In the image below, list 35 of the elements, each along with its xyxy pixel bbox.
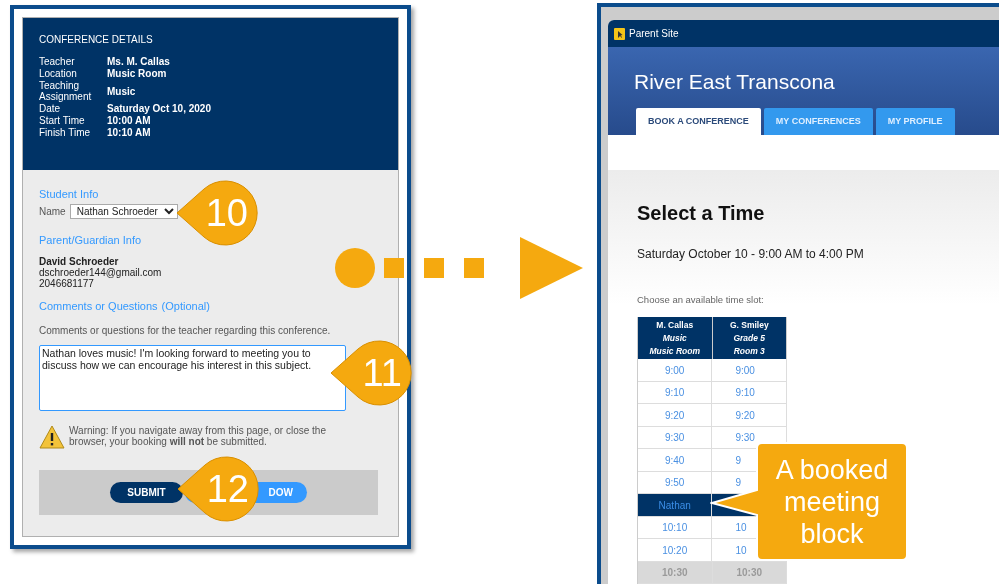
comments-hint: Comments or questions for the teacher regarding this conference.: [39, 323, 332, 338]
time-slot: 10:30: [638, 561, 713, 584]
step-number-tooltip: 12: [177, 455, 259, 523]
detail-label: Date: [39, 103, 62, 114]
field-label: Name: [39, 204, 66, 219]
parent-name: David Schroeder: [39, 256, 120, 267]
detail-label: Teaching Assignment: [39, 80, 93, 102]
date-range: Saturday October 10 - 9:00 AM to 4:00 PM: [637, 246, 865, 263]
column-header: G. Smiley Grade 5 Room 3: [712, 317, 787, 360]
detail-label: Finish Time: [39, 127, 92, 138]
section-heading: Parent/Guardian Info: [39, 232, 143, 248]
detail-label: Location: [39, 68, 78, 79]
details-title: CONFERENCE DETAILS: [39, 33, 154, 47]
detail-value: 10:10 AM: [107, 127, 152, 138]
detail-value: Saturday Oct 10, 2020: [107, 103, 212, 114]
detail-label: Teacher: [39, 56, 76, 67]
choose-label: Choose an available time slot:: [637, 293, 765, 307]
detail-value: Music Room: [107, 68, 168, 79]
detail-value: 10:00 AM: [107, 115, 152, 126]
detail-value: Ms. M. Callas: [107, 56, 171, 67]
section-heading: Comments or Questions: [39, 299, 158, 314]
time-slot: Nathan: [638, 494, 713, 517]
site-name: Parent Site: [629, 27, 679, 41]
step-number-tooltip: 10: [176, 179, 258, 247]
parent-email: dschroeder144@gmail.com: [39, 267, 163, 278]
optional-note: (Optional): [161, 299, 210, 314]
detail-value: Music: [107, 85, 137, 97]
parent-phone: 2046681177: [39, 278, 94, 289]
section-heading: Student Info: [39, 187, 100, 202]
school-title: River East Transcona: [633, 69, 836, 95]
warning-text: Warning: If you navigate away from this page, or close the browser, your booking will not be submitted.: [69, 424, 327, 447]
detail-label: Start Time: [39, 115, 86, 126]
page-heading: Select a Time: [637, 201, 766, 226]
step-number-tooltip: 11: [330, 339, 412, 407]
column-header: M. Callas Music Music Room: [638, 317, 713, 360]
